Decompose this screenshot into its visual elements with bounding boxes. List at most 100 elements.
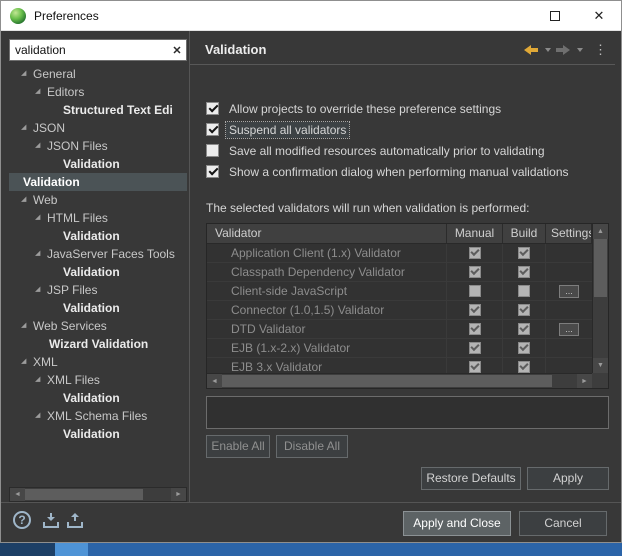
tree-item[interactable]: ◢JSON [9,119,187,137]
tree-item[interactable]: ◢XML Schema Files [9,407,187,425]
tree-item[interactable]: ◢Web Services [9,317,187,335]
scroll-left-icon[interactable]: ◄ [10,488,25,501]
tree-item[interactable]: ◢Web [9,191,187,209]
manual-cell[interactable] [447,263,503,281]
build-cell[interactable] [503,282,546,300]
pref-checkbox-row[interactable]: Allow projects to override these prefere… [206,98,572,119]
pref-checkbox-row[interactable]: Suspend all validators [206,119,572,140]
scroll-thumb[interactable] [594,239,607,297]
validator-row[interactable]: Client-side JavaScript... [207,282,592,301]
expander-icon[interactable]: ◢ [35,83,47,101]
manual-cell[interactable] [447,282,503,300]
build-cell[interactable] [503,339,546,357]
pref-checkbox-row[interactable]: Show a confirmation dialog when performi… [206,161,572,182]
enable-all-button[interactable]: Enable All [206,435,270,458]
build-cell[interactable] [503,244,546,262]
tree-item[interactable]: Structured Text Edi [9,101,187,119]
settings-button[interactable]: ... [559,285,579,298]
checkbox[interactable] [206,123,219,136]
scroll-left-icon[interactable]: ◄ [207,374,222,388]
tree-item[interactable]: Validation [9,173,187,191]
manual-cell[interactable] [447,320,503,338]
forward-dropdown-icon[interactable] [577,48,583,52]
build-checkbox[interactable] [518,342,530,354]
pref-checkbox-row[interactable]: Save all modified resources automaticall… [206,140,572,161]
apply-button[interactable]: Apply [527,467,609,490]
build-checkbox[interactable] [518,285,530,297]
manual-cell[interactable] [447,244,503,262]
expander-icon[interactable]: ◢ [35,209,47,227]
back-dropdown-icon[interactable] [545,48,551,52]
cancel-button[interactable]: Cancel [519,511,607,536]
help-icon[interactable]: ? [13,511,31,529]
validator-row[interactable]: Application Client (1.x) Validator [207,244,592,263]
expander-icon[interactable]: ◢ [21,65,33,83]
scroll-down-icon[interactable]: ▼ [593,358,608,373]
expander-icon[interactable]: ◢ [35,137,47,155]
expander-icon[interactable]: ◢ [21,119,33,137]
expander-icon[interactable]: ◢ [35,245,47,263]
search-input[interactable]: validation [10,43,168,57]
column-header-manual[interactable]: Manual [447,224,503,243]
tree-item[interactable]: ◢General [9,65,187,83]
scroll-thumb[interactable] [222,375,552,387]
tree-item[interactable]: ◢JavaServer Faces Tools [9,245,187,263]
table-vertical-scrollbar[interactable]: ▲ ▼ [592,224,608,373]
view-menu-icon[interactable]: ⋮ [594,43,607,57]
tree-item[interactable]: ◢Editors [9,83,187,101]
tree-item[interactable]: Validation [9,227,187,245]
scroll-track[interactable] [25,488,171,501]
manual-checkbox[interactable] [469,247,481,259]
build-checkbox[interactable] [518,323,530,335]
validator-row[interactable]: Classpath Dependency Validator [207,263,592,282]
manual-checkbox[interactable] [469,342,481,354]
manual-checkbox[interactable] [469,285,481,297]
tree-item[interactable]: Validation [9,263,187,281]
filter-search-box[interactable]: validation ✕ [9,39,187,61]
build-cell[interactable] [503,263,546,281]
tree-item[interactable]: ◢JSON Files [9,137,187,155]
manual-cell[interactable] [447,339,503,357]
tree-item[interactable]: ◢XML Files [9,371,187,389]
scroll-thumb[interactable] [25,489,143,500]
tree-item[interactable]: Validation [9,389,187,407]
tree-item[interactable]: Validation [9,155,187,173]
apply-and-close-button[interactable]: Apply and Close [403,511,511,536]
scroll-right-icon[interactable]: ► [577,374,592,388]
manual-checkbox[interactable] [469,361,481,373]
expander-icon[interactable]: ◢ [21,353,33,371]
build-checkbox[interactable] [518,361,530,373]
manual-checkbox[interactable] [469,266,481,278]
tree-horizontal-scrollbar[interactable]: ◄ ► [9,487,187,502]
expander-icon[interactable]: ◢ [21,317,33,335]
tree-item[interactable]: Validation [9,299,187,317]
tree-item[interactable]: Wizard Validation [9,335,187,353]
export-preferences-icon[interactable] [67,513,83,528]
disable-all-button[interactable]: Disable All [276,435,348,458]
column-header-build[interactable]: Build [503,224,546,243]
checkbox[interactable] [206,165,219,178]
tree-item[interactable]: ◢XML [9,353,187,371]
checkbox[interactable] [206,102,219,115]
build-checkbox[interactable] [518,304,530,316]
build-cell[interactable] [503,358,546,373]
validator-row[interactable]: EJB 3.x Validator [207,358,592,373]
manual-checkbox[interactable] [469,323,481,335]
manual-cell[interactable] [447,358,503,373]
scroll-right-icon[interactable]: ► [171,488,186,501]
manual-checkbox[interactable] [469,304,481,316]
scroll-up-icon[interactable]: ▲ [593,224,608,239]
expander-icon[interactable]: ◢ [35,281,47,299]
validator-row[interactable]: EJB (1.x-2.x) Validator [207,339,592,358]
import-preferences-icon[interactable] [43,513,59,528]
close-button[interactable]: ✕ [577,1,621,30]
column-header-settings[interactable]: Settings [546,224,592,243]
manual-cell[interactable] [447,301,503,319]
scroll-track[interactable] [222,374,577,388]
restore-defaults-button[interactable]: Restore Defaults [421,467,521,490]
build-cell[interactable] [503,320,546,338]
expander-icon[interactable]: ◢ [35,407,47,425]
table-horizontal-scrollbar[interactable]: ◄ ► [207,373,592,388]
back-icon[interactable] [524,45,538,55]
settings-button[interactable]: ... [559,323,579,336]
